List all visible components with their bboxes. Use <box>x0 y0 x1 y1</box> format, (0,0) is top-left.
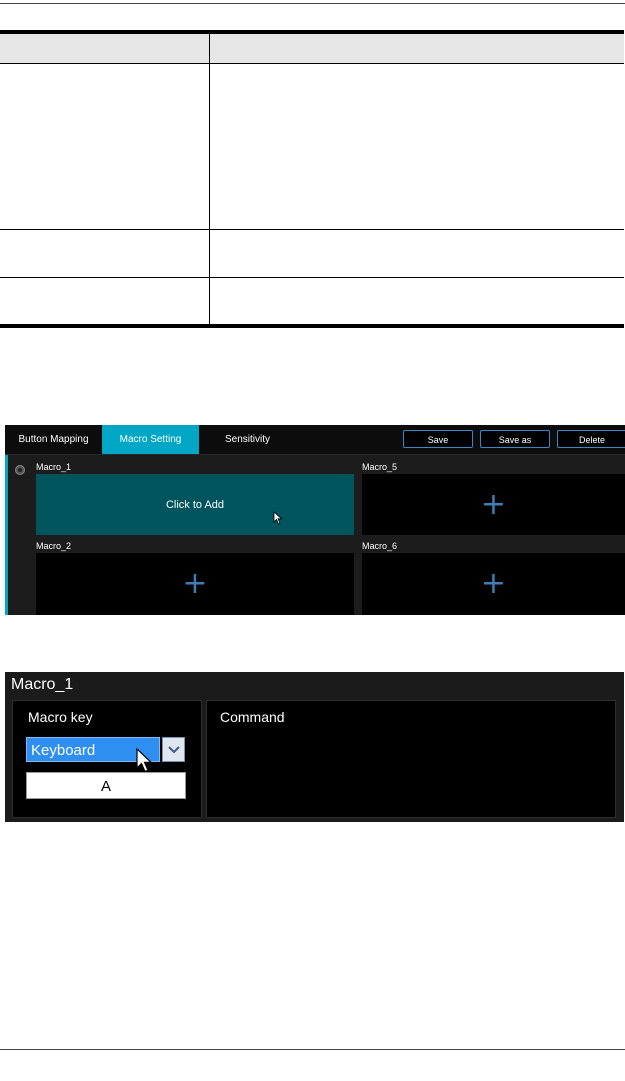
tab-macro-setting[interactable]: Macro Setting <box>102 425 199 454</box>
spec-table <box>0 30 624 328</box>
macro-setting-screenshot: Button Mapping Macro Setting Sensitivity… <box>5 425 625 615</box>
macro-key-label: Macro key <box>28 709 93 725</box>
macro-5-label: Macro_5 <box>362 462 398 472</box>
radio-icon[interactable] <box>15 465 25 475</box>
table-row-divider <box>0 229 624 230</box>
table-header-row <box>0 34 624 63</box>
table-header-divider <box>0 63 624 64</box>
macro-editor-title: Macro_1 <box>11 676 74 693</box>
tab-bar: Button Mapping Macro Setting Sensitivity… <box>5 425 625 455</box>
command-label: Command <box>220 709 285 725</box>
save-as-button[interactable]: Save as <box>480 430 550 448</box>
macro-2-label: Macro_2 <box>36 541 72 551</box>
macro-6-slot[interactable]: + <box>362 553 625 615</box>
macro-5-slot[interactable]: + <box>362 474 625 535</box>
chevron-down-icon[interactable] <box>162 737 185 762</box>
page-top-rule <box>0 3 625 4</box>
table-bottom-border <box>0 324 624 328</box>
mouse-pointer-icon <box>273 511 283 525</box>
save-button[interactable]: Save <box>403 430 473 448</box>
tab-sensitivity[interactable]: Sensitivity <box>199 425 296 454</box>
mouse-pointer-icon <box>136 748 153 773</box>
macro-1-label: Macro_1 <box>36 462 72 472</box>
delete-button[interactable]: Delete <box>557 430 625 448</box>
macro-editor-screenshot: Macro_1 Macro key Keyboard A Command <box>5 672 624 822</box>
tab-button-mapping[interactable]: Button Mapping <box>5 425 102 454</box>
macro-1-slot[interactable]: Click to Add <box>36 474 354 535</box>
plus-icon: + <box>480 486 507 522</box>
table-row-divider <box>0 277 624 278</box>
plus-icon: + <box>480 566 507 601</box>
plus-icon: + <box>182 566 208 601</box>
macro-6-label: Macro_6 <box>362 541 398 551</box>
page-bottom-rule <box>0 1049 625 1050</box>
macro-2-slot[interactable]: + <box>36 553 354 615</box>
macro-key-value-field[interactable]: A <box>26 772 186 799</box>
left-accent-edge <box>5 455 8 615</box>
click-to-add-text: Click to Add <box>165 498 225 511</box>
table-column-divider <box>209 34 210 324</box>
